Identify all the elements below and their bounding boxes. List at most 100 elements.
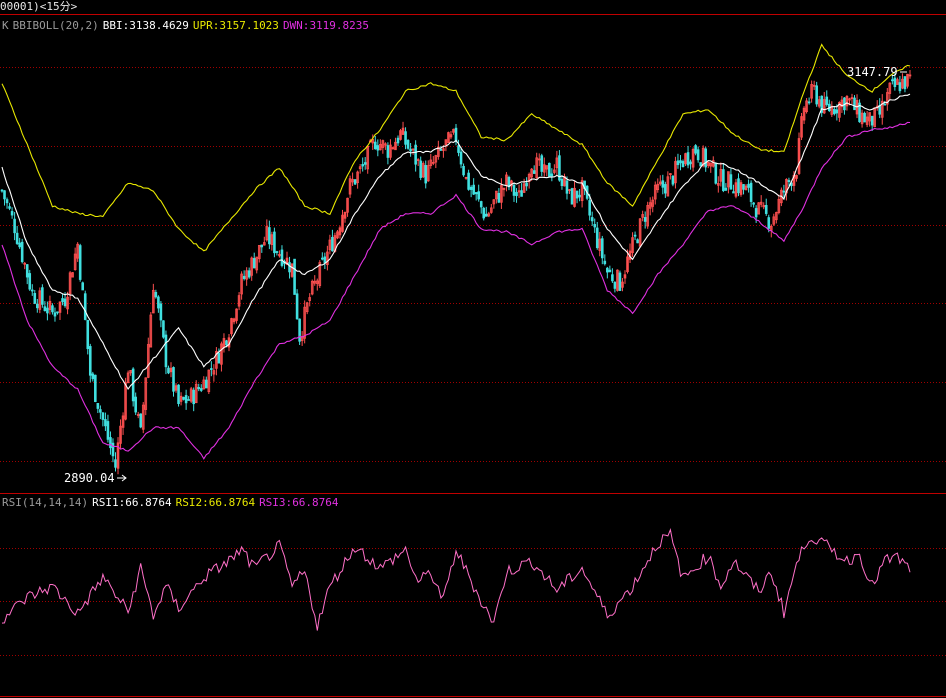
- candle-body: [162, 320, 165, 338]
- candle-body: [46, 307, 49, 314]
- candle-body: [570, 188, 574, 205]
- candle-body: [593, 224, 597, 228]
- candle-body: [33, 293, 37, 304]
- candle-body: [679, 160, 682, 164]
- candle-body: [560, 178, 564, 187]
- candle-body: [295, 293, 299, 320]
- candle-body: [20, 241, 24, 263]
- candle-body: [737, 178, 740, 194]
- candle-body: [419, 160, 422, 178]
- candle-body: [242, 275, 246, 279]
- candle-body: [94, 374, 97, 403]
- candle-body: [184, 395, 188, 404]
- candle-body: [752, 202, 755, 205]
- candle-body: [608, 269, 612, 273]
- candle-body: [41, 287, 44, 305]
- candle-body: [56, 311, 59, 314]
- candle-body: [157, 296, 160, 309]
- candle-body: [5, 199, 9, 204]
- candle-body: [643, 217, 647, 222]
- rsi1-line: [1, 528, 911, 631]
- candle-body: [548, 162, 551, 177]
- candle-body: [454, 127, 458, 142]
- candle-body: [764, 204, 768, 214]
- candle-body: [815, 85, 818, 105]
- candle-body: [520, 190, 523, 197]
- candle-body: [469, 186, 473, 190]
- candle-body: [288, 262, 291, 273]
- candle-body: [898, 82, 902, 92]
- candle-body: [114, 459, 117, 468]
- candle-body: [15, 232, 19, 244]
- candle-body: [893, 77, 897, 88]
- candle-body: [472, 184, 475, 195]
- candle-body: [159, 303, 163, 321]
- candle-body: [268, 227, 271, 245]
- candle-body: [636, 239, 639, 244]
- candle-body: [512, 184, 516, 196]
- candle-body: [106, 421, 110, 440]
- candle-body: [225, 340, 228, 346]
- candle-body: [275, 251, 279, 253]
- candle-body: [603, 260, 607, 265]
- candle-body: [853, 97, 856, 111]
- candle-body: [406, 140, 410, 149]
- candle-body: [86, 319, 90, 350]
- dwn-line: [1, 121, 911, 460]
- candle-body: [883, 103, 887, 106]
- candle-body: [550, 173, 554, 177]
- candle-body: [204, 379, 208, 389]
- candle-body: [104, 419, 107, 427]
- candle-body: [139, 413, 143, 428]
- candle-body: [363, 162, 367, 165]
- candle-body: [260, 244, 264, 248]
- candle-body: [36, 303, 39, 309]
- candle-body: [99, 409, 102, 413]
- candle-body: [30, 289, 34, 292]
- candle-body: [863, 112, 866, 123]
- candle-body: [353, 179, 357, 185]
- candle-body: [732, 191, 735, 194]
- candle-body: [457, 145, 460, 153]
- candle-body: [414, 144, 417, 165]
- candle-body: [386, 145, 390, 158]
- candle-body: [217, 352, 221, 364]
- candle-body: [681, 161, 685, 168]
- candle-body: [424, 165, 428, 184]
- candle-body: [0, 189, 4, 192]
- candle-body: [747, 183, 750, 188]
- candle-body: [661, 180, 665, 188]
- candle-body: [704, 148, 707, 168]
- candle-body: [600, 238, 604, 259]
- candle-body: [197, 387, 201, 390]
- rsi-lines: [1, 528, 911, 631]
- candle-body: [280, 249, 284, 266]
- candle-body: [376, 145, 380, 151]
- candle-body: [633, 234, 637, 237]
- candle-body: [3, 190, 6, 200]
- candle-body: [109, 437, 112, 449]
- candle-body: [61, 298, 64, 303]
- candle-body: [611, 274, 614, 282]
- candle-body: [298, 318, 301, 342]
- candle-body: [787, 180, 791, 183]
- candle-body: [724, 187, 728, 191]
- candle-body: [409, 148, 412, 152]
- candle-body: [25, 264, 29, 278]
- candle-body: [613, 281, 617, 289]
- candle-body: [870, 115, 874, 126]
- candle-body: [699, 162, 702, 167]
- candle-body: [767, 217, 771, 229]
- candle-body: [404, 131, 407, 145]
- candle-body: [91, 373, 95, 380]
- candle-body: [18, 242, 21, 248]
- candle-body: [331, 236, 334, 252]
- chart-stage: 00001)<15分> K BBIBOLL(20,2) BBI:3138.4629 U…: [0, 0, 946, 698]
- candle-body: [903, 76, 907, 90]
- candle-body: [131, 368, 135, 402]
- candle-body: [177, 384, 180, 404]
- candle-body: [482, 207, 486, 219]
- candle-body: [28, 273, 32, 290]
- candle-body: [525, 182, 528, 187]
- annotations: 3147.79 2890.04: [64, 65, 907, 485]
